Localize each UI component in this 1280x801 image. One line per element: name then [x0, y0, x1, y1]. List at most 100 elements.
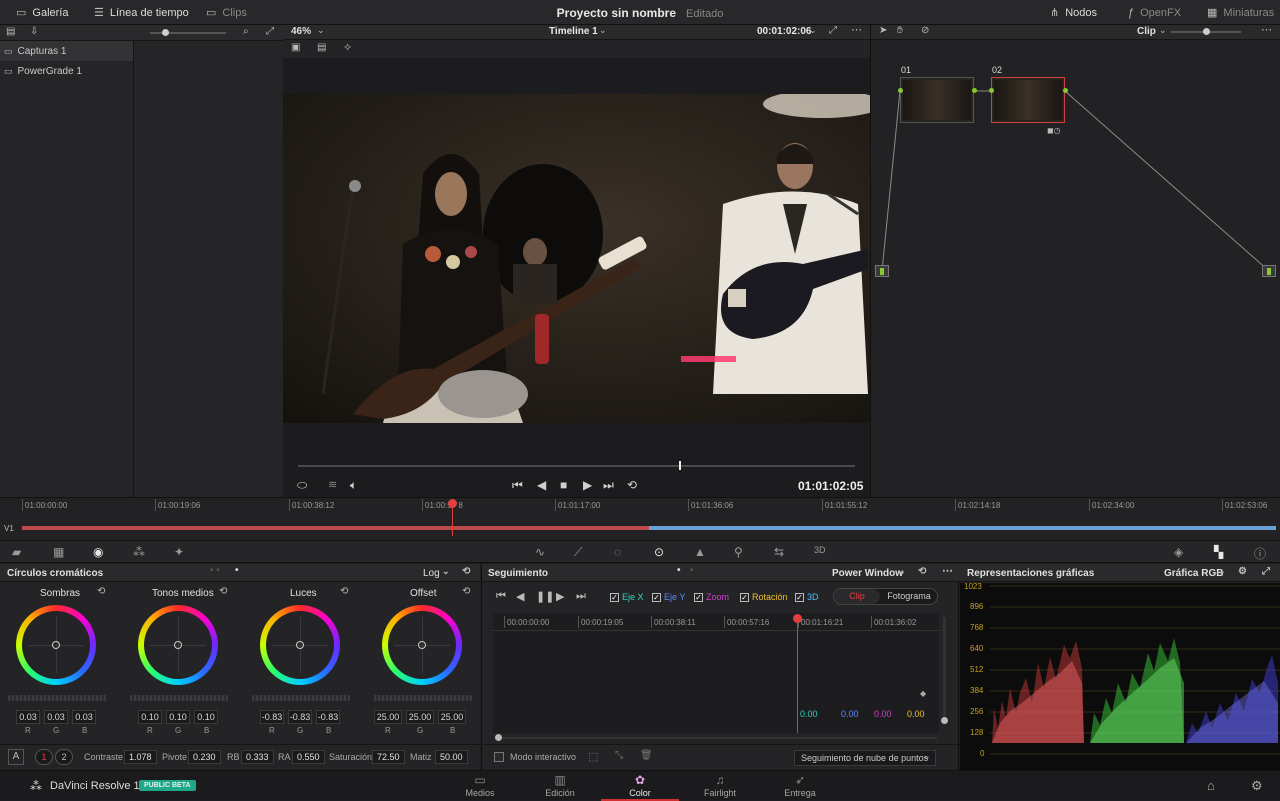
auto-balance-button[interactable]: A	[8, 749, 24, 765]
reset-icon[interactable]: ⟲	[462, 586, 470, 597]
page-deliver[interactable]: ➶ Entrega	[761, 773, 839, 798]
page-2-button[interactable]: 2	[55, 749, 73, 765]
color-fill-icon[interactable]: ◈	[1174, 545, 1183, 559]
node-01[interactable]	[900, 77, 974, 123]
qualifier-icon[interactable]: ⟋	[574, 545, 582, 560]
source-output[interactable]	[1262, 265, 1276, 277]
gallery-button[interactable]: ▭ Galería	[16, 0, 68, 25]
settings-gear-icon[interactable]: ⚙︎	[1251, 778, 1263, 794]
scope-settings-icon[interactable]: ⚙︎	[1238, 566, 1247, 577]
value-field[interactable]: 0.03	[44, 710, 68, 724]
value-field[interactable]: -0.83	[288, 710, 312, 724]
color-match-icon[interactable]: ▦	[53, 545, 64, 559]
layers-icon[interactable]: ≋	[328, 478, 337, 491]
value-field[interactable]: 25.00	[374, 710, 402, 724]
clips-button[interactable]: ▭ Clips	[206, 0, 247, 25]
gallery-item-capturas[interactable]: ▭ Capturas 1	[0, 41, 133, 61]
node-output-dot[interactable]	[1063, 88, 1068, 93]
viewer-options-icon[interactable]: ⬭	[297, 478, 307, 493]
saturation-field[interactable]: 72.50	[372, 750, 405, 764]
master-wheel-highlights[interactable]	[252, 695, 350, 701]
reset-icon[interactable]: ⟲	[340, 586, 348, 597]
zoom-slider-handle[interactable]	[162, 29, 169, 36]
tracking-method-select[interactable]: Seguimiento de nube de puntos ⌄	[794, 750, 936, 766]
loop-icon[interactable]: ⟲	[627, 478, 637, 492]
play-reverse-icon[interactable]: ◀	[537, 478, 546, 492]
track-forward-icon[interactable]: ▶	[556, 590, 564, 603]
master-wheel-midtones[interactable]	[130, 695, 228, 701]
scope-type-select[interactable]: Gráfica RGB	[1164, 568, 1223, 579]
node-zoom-handle[interactable]	[1203, 28, 1210, 35]
contrast-field[interactable]: 1.078	[124, 750, 157, 764]
search-icon[interactable]: ⌕	[243, 26, 249, 37]
node-input-dot[interactable]	[989, 88, 994, 93]
more-options-icon[interactable]: ⋯	[942, 564, 953, 577]
timeline-name[interactable]: Timeline 1	[549, 26, 598, 37]
chevron-down-icon[interactable]: ⌄	[317, 25, 325, 36]
reset-icon[interactable]: ⟲	[462, 566, 470, 577]
node-output-dot[interactable]	[972, 88, 977, 93]
video-frame[interactable]	[283, 94, 870, 423]
page-dot[interactable]: •	[235, 565, 239, 576]
master-wheel-offset[interactable]	[374, 695, 472, 701]
more-options-icon[interactable]: ⋯	[1261, 23, 1272, 36]
go-to-end-icon[interactable]: ⏭︎	[603, 478, 614, 493]
tab-frame[interactable]: Fotograma	[881, 589, 937, 604]
download-icon[interactable]: ⇩	[30, 26, 38, 37]
value-field[interactable]: 0.10	[138, 710, 162, 724]
mini-timeline[interactable]: 01:00:00:00 01:00:19:06 01:00:38:12 01:0…	[0, 497, 1280, 540]
playhead-handle[interactable]	[448, 499, 457, 508]
value-field[interactable]: 0.10	[166, 710, 190, 724]
source-input[interactable]	[875, 265, 889, 277]
chevron-down-icon[interactable]: ⌄	[809, 25, 817, 36]
zoom-level[interactable]: 46%	[291, 26, 311, 37]
page-1-button[interactable]: 1	[35, 749, 53, 765]
home-icon[interactable]: ⌂	[1207, 778, 1215, 793]
interactive-mode-checkbox[interactable]	[494, 752, 504, 762]
color-wheel-highlights[interactable]	[260, 605, 340, 685]
reset-icon[interactable]: ⟲	[219, 586, 227, 597]
wheels-mode-select[interactable]: Log	[423, 568, 440, 579]
color-wheels-icon[interactable]: ◉	[93, 545, 103, 559]
scrubber-playhead[interactable]	[679, 461, 681, 470]
tracker-hscroll[interactable]	[497, 737, 937, 739]
node-mode-select[interactable]: Clip	[1137, 26, 1156, 37]
tracker-playhead-handle[interactable]	[793, 614, 802, 623]
tracker-graph[interactable]: 00:00:00:00 00:00:19:05 00:00:38:11 00:0…	[493, 613, 939, 733]
curves-icon[interactable]: ∿	[535, 545, 545, 559]
chevron-down-icon[interactable]: ⌄	[442, 566, 450, 577]
insert-icon[interactable]: ⬚	[588, 750, 598, 763]
tracker-vscroll-handle[interactable]	[941, 717, 948, 724]
sizing-icon[interactable]: ⇆	[774, 545, 784, 559]
go-to-start-icon[interactable]: ⏮︎	[512, 478, 523, 493]
tracker-mode-select[interactable]: Power Window	[832, 568, 903, 579]
rb-field[interactable]: 0.333	[241, 750, 274, 764]
page-dot[interactable]: •	[677, 565, 681, 576]
image-wipe-icon[interactable]: ▣	[291, 42, 300, 53]
volume-icon[interactable]: 🔈︎	[350, 478, 357, 493]
hand-icon[interactable]: ✋︎	[897, 25, 903, 36]
pause-icon[interactable]: ❚❚	[536, 590, 554, 603]
stop-icon[interactable]: ■	[560, 478, 567, 492]
page-fairlight[interactable]: ♫ Fairlight	[681, 773, 759, 798]
chevron-down-icon[interactable]: ⌄	[599, 25, 607, 36]
timeline-button[interactable]: ☰ Línea de tiempo	[94, 0, 189, 25]
pivot-field[interactable]: 0.230	[188, 750, 221, 764]
page-media[interactable]: ▭ Medios	[441, 773, 519, 798]
value-field[interactable]: -0.83	[260, 710, 284, 724]
window-icon[interactable]: ◌	[614, 545, 621, 559]
tab-clip[interactable]: Clip	[834, 589, 880, 604]
reset-icon[interactable]: ⟲	[97, 586, 105, 597]
tracker-hscroll-handle[interactable]	[495, 734, 502, 741]
magic-wand-icon[interactable]: ✧	[343, 41, 352, 54]
split-screen-icon[interactable]: ▤	[317, 42, 326, 53]
value-field[interactable]: 25.00	[406, 710, 434, 724]
value-field[interactable]: 0.03	[72, 710, 96, 724]
key-icon[interactable]: ⚲	[734, 545, 743, 559]
page-color[interactable]: ✿ Color	[601, 773, 679, 801]
add-point-icon[interactable]: ⤡	[615, 750, 623, 761]
check-zoom[interactable]: ✓ Zoom	[694, 592, 729, 602]
ra-field[interactable]: 0.550	[292, 750, 325, 764]
value-field[interactable]: 0.03	[16, 710, 40, 724]
motion-effects-icon[interactable]: ✦	[174, 545, 184, 559]
